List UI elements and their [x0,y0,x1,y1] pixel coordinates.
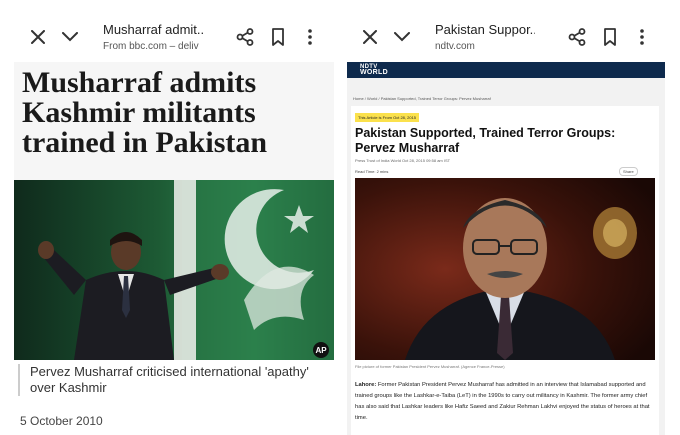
site-header: NDTV WORLD [347,62,665,78]
bbc-article: Musharraf admits Kashmir militants train… [14,62,334,435]
ndtv-world-logo[interactable]: NDTV WORLD [360,64,388,76]
close-icon[interactable] [27,26,49,48]
tab-title: Pakistan Suppor... [435,22,535,37]
tab-title: Musharraf admit... [103,22,203,37]
logo-bottom: WORLD [360,69,388,76]
headline-box: Musharraf admits Kashmir militants train… [14,62,334,180]
bookmark-icon[interactable] [267,26,289,48]
photo-caption: Pervez Musharraf criticised internationa… [18,364,328,396]
ap-badge: AP [315,346,327,355]
tab-url: From bbc.com – deliv [103,41,199,52]
share-icon[interactable] [234,26,256,48]
article-photo [355,178,655,360]
byline-meta: Press Trust of India World Oct 28, 2015 … [355,158,451,163]
photo-caption: File picture of former Pakistan Presiden… [355,364,505,369]
chevron-down-icon[interactable] [391,26,413,48]
publish-date: 5 October 2010 [20,414,103,428]
close-icon[interactable] [359,26,381,48]
custom-tab-toolbar: Musharraf admit... From bbc.com – deliv [0,0,340,62]
more-vert-icon[interactable] [299,26,321,48]
body-text: Former Pakistan President Pervez Musharr… [355,382,650,421]
ndtv-article: NDTV WORLD Home / World / Pakistan Suppo… [347,62,665,435]
dateline: Lahore: [355,382,377,388]
chevron-down-icon[interactable] [59,26,81,48]
article-card: This Article is From Oct 28, 2015 Pakist… [351,106,659,435]
read-time: Read Time: 2 mins [355,169,389,174]
tab-url: ndtv.com [435,41,475,52]
more-vert-icon[interactable] [631,26,653,48]
article-headline: Musharraf admits Kashmir militants train… [22,66,268,159]
article-body: Lahore: Former Pakistan President Pervez… [355,380,655,424]
left-browser-panel: Musharraf admit... From bbc.com – deliv … [0,0,340,435]
share-icon[interactable] [566,26,588,48]
share-button[interactable]: Share [619,167,638,176]
right-browser-panel: Pakistan Suppor... ndtv.com NDTV WORLD H… [340,0,680,435]
archive-tag: This Article is From Oct 28, 2015 [355,113,420,122]
article-headline: Pakistan Supported, Trained Terror Group… [355,126,616,155]
breadcrumb[interactable]: Home / World / Pakistan Supported, Train… [353,96,491,101]
article-photo: AP [14,180,334,360]
bookmark-icon[interactable] [599,26,621,48]
custom-tab-toolbar: Pakistan Suppor... ndtv.com [340,0,680,62]
